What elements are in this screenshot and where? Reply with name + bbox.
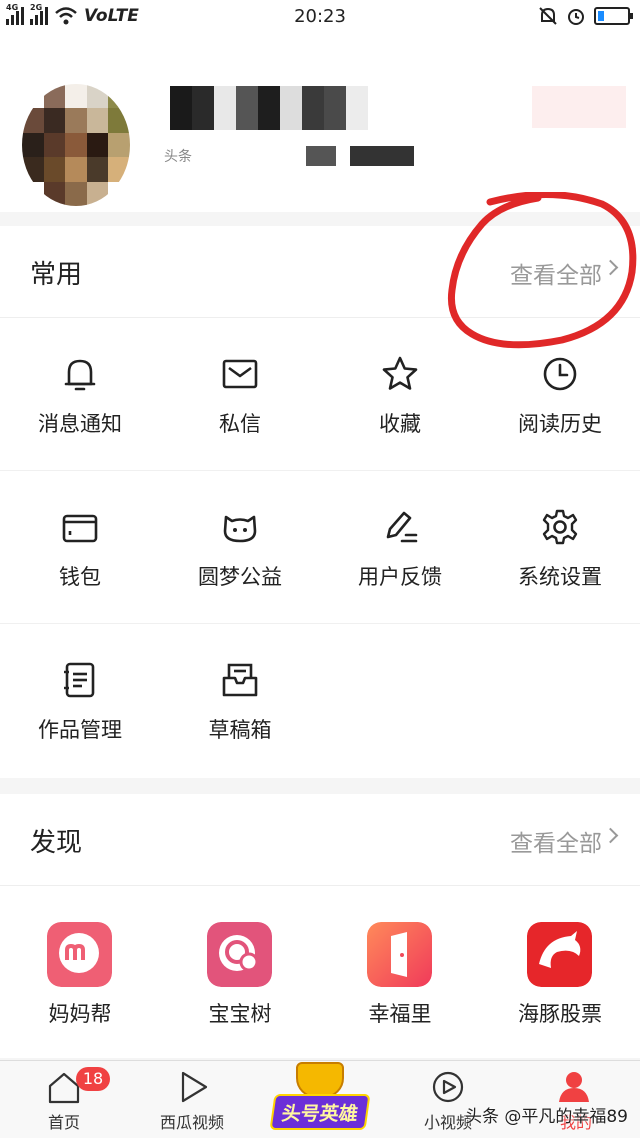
trophy-icon xyxy=(296,1062,344,1098)
grid-item-label: 作品管理 xyxy=(38,718,122,742)
username-partial: 头条 xyxy=(164,149,192,165)
common-section: 常用 查看全部 消息通知 私信 收藏 阅读历史 钱包 圆梦公益 用户反馈 系统设… xyxy=(0,226,640,778)
grid-item-label: 收藏 xyxy=(379,412,421,436)
avatar[interactable] xyxy=(22,84,130,206)
baobaoshu-icon xyxy=(207,922,272,987)
hero-campaign-button[interactable]: 头号英雄 xyxy=(269,1062,371,1134)
app-label: 海豚股票 xyxy=(518,1002,602,1026)
common-section-header: 常用 查看全部 xyxy=(0,226,640,318)
wallet-icon xyxy=(62,514,98,543)
alarm-icon xyxy=(568,9,584,25)
mail-icon xyxy=(222,359,258,389)
tab-label: 西瓜视频 xyxy=(159,1113,224,1132)
chevron-right-icon[interactable] xyxy=(602,827,619,844)
app-xingfuli[interactable]: 幸福里 xyxy=(320,886,480,1058)
discover-title: 发现 xyxy=(30,828,83,858)
cat-face-icon xyxy=(223,515,257,543)
user-subtitle: 头条 xyxy=(164,146,414,166)
app-baobaoshu[interactable]: 宝宝树 xyxy=(160,886,320,1058)
profile-action-blurred[interactable] xyxy=(532,86,626,128)
grid-item-charity[interactable]: 圆梦公益 xyxy=(160,471,320,624)
app-label: 幸福里 xyxy=(368,1002,432,1026)
grid-item-label: 阅读历史 xyxy=(518,412,602,436)
mute-bell-icon xyxy=(539,7,557,25)
status-bar: 4G 2G VoLTE 20:23 xyxy=(0,0,640,34)
notebook-icon xyxy=(64,662,95,698)
grid-item-drafts[interactable]: 草稿箱 xyxy=(160,624,320,777)
discover-apps: 妈妈帮 宝宝树 幸福里 海豚股票 xyxy=(0,886,640,1058)
chevron-right-icon[interactable] xyxy=(602,259,619,276)
app-label: 妈妈帮 xyxy=(48,1002,112,1026)
draft-box-icon xyxy=(222,663,258,697)
grid-item-label: 消息通知 xyxy=(38,412,122,436)
grid-item-wallet[interactable]: 钱包 xyxy=(0,471,160,624)
app-haitun[interactable]: 海豚股票 xyxy=(480,886,640,1058)
grid-item-works[interactable]: 作品管理 xyxy=(0,624,160,777)
person-icon[interactable] xyxy=(556,1068,592,1104)
common-view-all[interactable]: 查看全部 xyxy=(510,256,602,290)
grid-item-history[interactable]: 阅读历史 xyxy=(480,318,640,471)
tab-home[interactable]: 18 首页 xyxy=(0,1061,128,1138)
grid-item-favorites[interactable]: 收藏 xyxy=(320,318,480,471)
hero-label: 头号英雄 xyxy=(269,1094,371,1130)
common-title: 常用 xyxy=(30,260,83,290)
grid-item-notifications[interactable]: 消息通知 xyxy=(0,318,160,471)
app-mamabang[interactable]: 妈妈帮 xyxy=(0,886,160,1058)
grid-item-messages[interactable]: 私信 xyxy=(160,318,320,471)
common-row-2: 钱包 圆梦公益 用户反馈 系统设置 xyxy=(0,471,640,624)
discover-view-all[interactable]: 查看全部 xyxy=(510,824,602,858)
username-blurred xyxy=(170,86,368,130)
discover-section: 发现 查看全部 妈妈帮 宝宝树 幸福里 海豚股票 xyxy=(0,794,640,1058)
grid-item-feedback[interactable]: 用户反馈 xyxy=(320,471,480,624)
star-icon xyxy=(382,356,418,390)
grid-item-label: 草稿箱 xyxy=(208,718,272,742)
common-row-3: 作品管理 草稿箱 xyxy=(0,624,640,777)
short-video-icon xyxy=(432,1071,464,1103)
tab-label: 首页 xyxy=(47,1113,80,1132)
profile-header[interactable]: 头条 xyxy=(0,34,640,212)
watermark: 头条 @平凡的幸福89 xyxy=(464,1107,628,1127)
door-icon xyxy=(367,922,432,987)
gear-icon xyxy=(542,509,578,545)
dolphin-icon xyxy=(527,922,592,987)
tab-xigua-video[interactable]: 西瓜视频 xyxy=(128,1061,256,1138)
discover-section-header: 发现 查看全部 xyxy=(0,794,640,886)
bell-icon xyxy=(64,359,96,391)
mamabang-icon xyxy=(47,922,112,987)
grid-item-label: 系统设置 xyxy=(518,565,602,589)
unread-badge: 18 xyxy=(76,1067,110,1091)
grid-item-label: 圆梦公益 xyxy=(198,565,282,589)
grid-item-settings[interactable]: 系统设置 xyxy=(480,471,640,624)
common-row-1: 消息通知 私信 收藏 阅读历史 xyxy=(0,318,640,471)
pen-icon xyxy=(386,511,418,543)
status-right xyxy=(538,6,633,26)
grid-item-label: 用户反馈 xyxy=(358,565,442,589)
battery-icon xyxy=(594,7,633,25)
grid-item-label: 钱包 xyxy=(59,565,101,589)
app-label: 宝宝树 xyxy=(208,1002,272,1026)
clock-icon xyxy=(543,357,577,391)
grid-item-label: 私信 xyxy=(219,412,261,436)
play-icon xyxy=(181,1071,208,1103)
